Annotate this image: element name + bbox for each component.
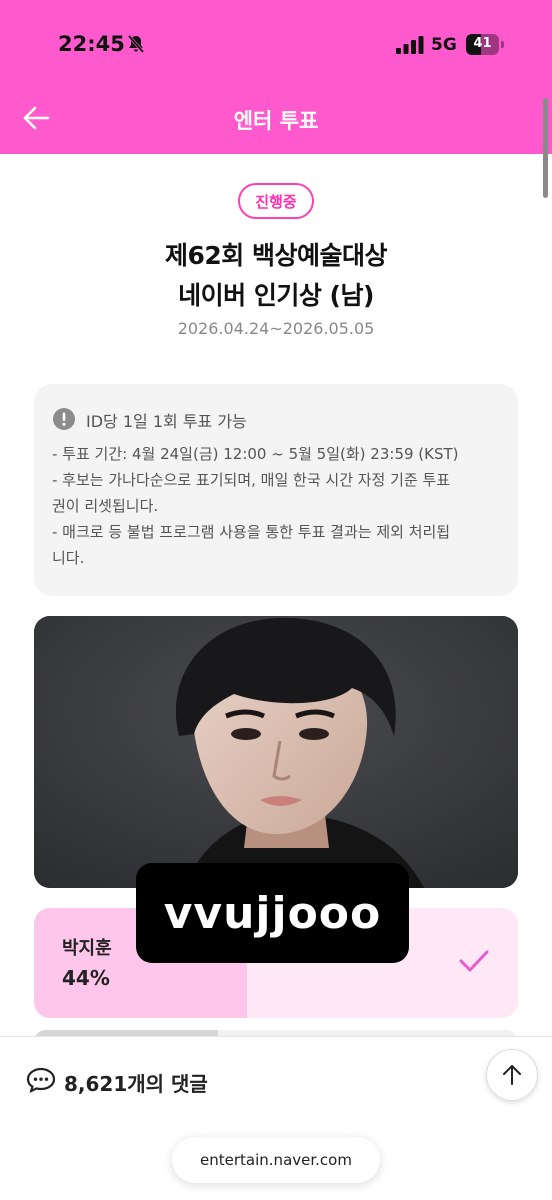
app-header: 22:45 5G 41 엔터 투표	[0, 0, 552, 154]
candidate-name: 박지훈	[62, 938, 112, 959]
scrollbar-thumb[interactable]	[543, 98, 548, 198]
page-title: 엔터 투표	[233, 109, 319, 133]
vote-title-line1: 제62회 백상예술대상	[165, 241, 388, 270]
bottom-bar: 8,621개의 댓글 entertain.naver.com	[0, 1036, 552, 1200]
info-icon	[53, 408, 75, 430]
arrow-up-icon	[503, 1065, 521, 1085]
bell-mute-icon	[127, 34, 145, 54]
notice-line: - 투표 기간: 4월 24일(금) 12:00 ~ 5월 5일(화) 23:5…	[52, 445, 459, 463]
battery-level: 41	[473, 36, 492, 51]
notice-line: - 후보는 가나다순으로 표기되며, 매일 한국 시간 자정 기준 투표	[52, 471, 451, 489]
candidate-photo	[34, 616, 518, 888]
check-icon	[459, 950, 489, 972]
notice-line: - 매크로 등 불법 프로그램 사용을 통한 투표 결과는 제외 처리됩	[52, 523, 451, 541]
comment-icon	[26, 1067, 56, 1093]
notice-box: ID당 1일 1회 투표 가능 - 투표 기간: 4월 24일(금) 12:00…	[34, 384, 518, 596]
notice-line: 권이 리셋됩니다.	[52, 497, 159, 515]
candidate-percent: 44%	[62, 966, 110, 990]
status-badge: 진행중	[238, 183, 314, 219]
vote-period: 2026.04.24~2026.05.05	[177, 319, 375, 338]
vote-title-line2: 네이버 인기상 (남)	[178, 281, 374, 310]
watermark-label: vvujjooo	[136, 863, 409, 963]
address-bar[interactable]: entertain.naver.com	[172, 1137, 380, 1183]
signal-icon	[396, 36, 424, 54]
battery-icon: 41	[466, 34, 504, 55]
status-time: 22:45	[58, 32, 125, 56]
scroll-top-button[interactable]	[486, 1049, 538, 1101]
notice-headline: ID당 1일 1회 투표 가능	[86, 412, 247, 431]
comment-count[interactable]: 8,621개의 댓글	[64, 1068, 208, 1097]
network-type: 5G	[431, 35, 457, 55]
notice-line: 니다.	[52, 549, 85, 567]
